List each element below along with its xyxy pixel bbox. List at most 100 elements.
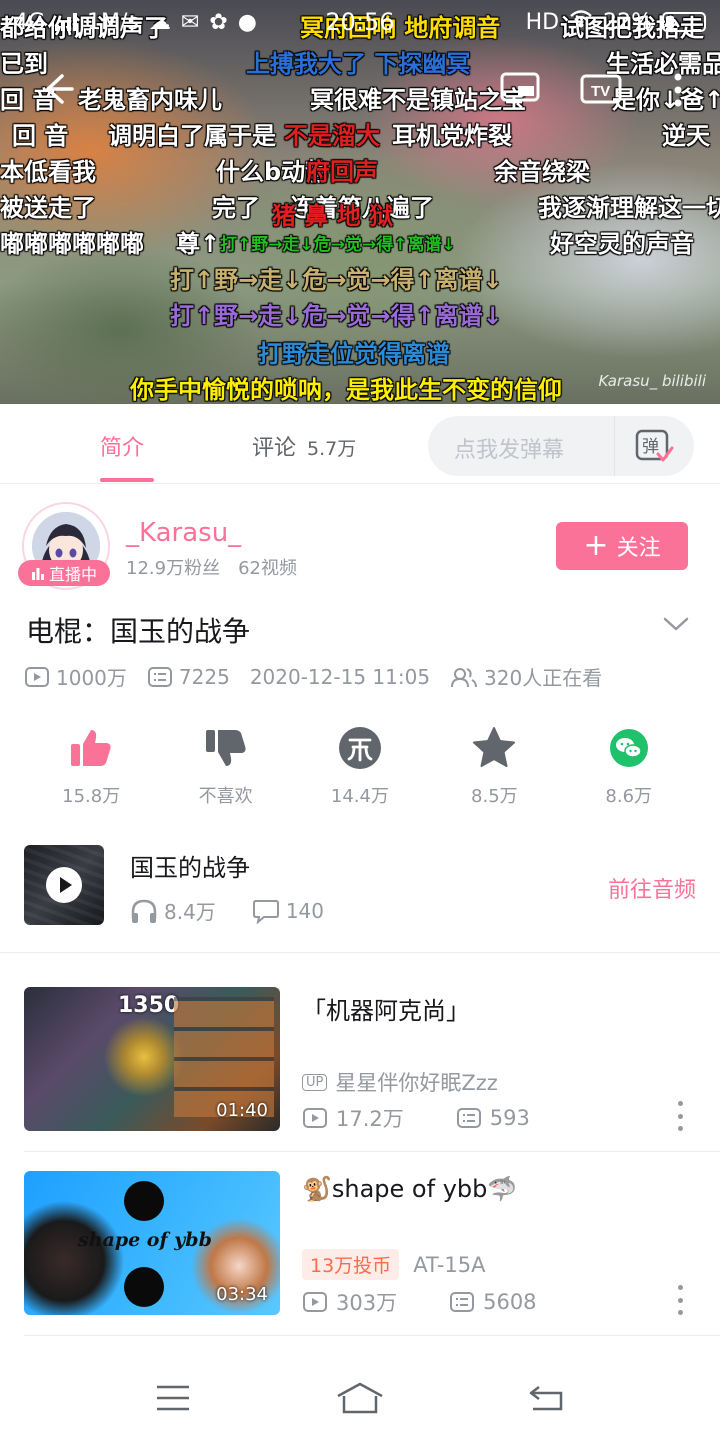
section-divider: [24, 1151, 720, 1152]
coin-count: 14.4万: [330, 786, 389, 807]
danmaku-comment: 我逐渐理解这一切: [538, 194, 720, 222]
share-button[interactable]: 8.6万: [574, 724, 684, 808]
danmaku-comment: 逆天: [662, 122, 710, 150]
danmaku-comment: 余音绕梁: [494, 158, 590, 186]
wifi-icon: [569, 9, 593, 35]
rec-thumb-text: shape of ybb: [78, 1229, 212, 1251]
danmaku-comment: 尊↑: [176, 230, 221, 258]
cloud-icon: ☁: [148, 9, 171, 35]
up-tag: UP: [302, 1073, 328, 1091]
play-icon: [46, 867, 82, 903]
menu-icon[interactable]: [143, 1373, 203, 1423]
thumb-up-icon: [67, 724, 115, 772]
like-count: 15.8万: [62, 786, 121, 807]
danmaku-comment: 打↑野→走↓危→觉→得↑离谱↓: [170, 266, 503, 294]
watching-count-value: 320人正在看: [484, 666, 603, 690]
more-options-icon[interactable]: [670, 1101, 690, 1131]
rec-uploader-name: AT-15A: [413, 1252, 486, 1277]
share-count: 8.6万: [605, 786, 653, 807]
rec-thumb-dot-bottom: [124, 1267, 164, 1307]
rec-danmaku: 593: [489, 1106, 530, 1130]
audio-plays: 8.4万: [164, 900, 216, 924]
rec-stats: 17.2万 593: [302, 1103, 530, 1133]
bilibili-watermark: Karasu_ bilibili: [598, 372, 707, 390]
comment-icon: [252, 899, 279, 924]
view-count: 1000万: [24, 662, 127, 691]
video-player[interactable]: 4G 1M/s ☁ ✉ ✿ ● 20:56 HD 22% 都给你调调声了 冥府回响…: [0, 0, 720, 404]
danmaku-comment: 调明白了属于是: [108, 122, 276, 150]
home-icon[interactable]: [330, 1373, 390, 1423]
uploader-video-count: 62视频: [238, 558, 297, 579]
rec-uploader: 13万投币 AT-15A: [302, 1249, 486, 1280]
tab-indicator: [100, 478, 154, 482]
hd-indicator: HD: [525, 9, 560, 35]
more-vertical-icon[interactable]: [672, 72, 684, 112]
rec-thumb-decor: [174, 997, 274, 1117]
tv-cast-icon[interactable]: TV: [580, 72, 622, 112]
chevron-down-icon[interactable]: [662, 614, 690, 638]
rec-title: 🐒shape of ybb🦈: [302, 1175, 518, 1203]
follow-button[interactable]: + 关注: [556, 522, 688, 570]
danmaku-comment: 你手中愉悦的唢呐，是我此生不变的信仰: [130, 376, 562, 404]
audio-title[interactable]: 国玉的战争: [130, 848, 250, 883]
audio-thumbnail[interactable]: [24, 845, 104, 925]
danmaku-input[interactable]: 点我发弹幕 弹: [428, 416, 694, 476]
rec-views: 17.2万: [336, 1107, 404, 1131]
back-icon[interactable]: [517, 1373, 577, 1423]
danmaku-comment: 是你↓爸↑: [612, 86, 720, 114]
coin-icon: [336, 724, 384, 772]
rec-duration: 03:34: [216, 1284, 268, 1305]
danmaku-comment: 猪 鼻 地 狱: [272, 202, 394, 230]
danmaku-input-placeholder: 点我发弹幕: [454, 438, 565, 463]
battery-icon: [662, 12, 706, 32]
danmaku-comment: 老鬼畜内味儿: [78, 86, 222, 114]
danmaku-comment: 府回声: [306, 158, 378, 186]
danmaku-comment: 打↑野→走↓危→觉→得↑离谱↓: [170, 302, 503, 330]
danmaku-comment: 冥很难不是镇站之宝: [310, 86, 526, 114]
rec-duration: 01:40: [216, 1100, 268, 1121]
danmaku-comment: 上搏我大了 下探幽冥: [246, 50, 471, 78]
coin-tag: 13万投币: [302, 1249, 400, 1280]
tab-intro[interactable]: 简介: [100, 430, 144, 462]
favorite-count: 8.5万: [471, 786, 518, 807]
rec-title: 「机器阿克尚」: [302, 997, 470, 1025]
network-speed: 1M/s: [87, 9, 139, 35]
favorite-button[interactable]: 8.5万: [439, 724, 549, 808]
danmaku-comment: 好空灵的声音: [550, 230, 694, 258]
mail-icon: ✉: [180, 9, 200, 35]
video-meta: 1000万 7225 2020-12-15 11:05 320人正在看: [24, 662, 622, 691]
uploader-name[interactable]: _Karasu_: [126, 518, 241, 548]
section-divider: [24, 1335, 720, 1336]
uploader-stats: 12.9万粉丝 62视频: [126, 554, 297, 580]
coin-button[interactable]: 14.4万: [305, 724, 415, 808]
rec-thumb-dot-top: [124, 1181, 164, 1221]
audio-comments: 140: [285, 898, 324, 923]
danmaku-comment: 嘟嘟嘟嘟嘟嘟: [0, 230, 144, 258]
danmaku-comment: 被送走了: [0, 194, 96, 222]
like-button[interactable]: 15.8万: [36, 724, 146, 808]
back-arrow-icon[interactable]: [40, 72, 74, 110]
svg-text:TV: TV: [591, 83, 610, 100]
dislike-button[interactable]: 不喜欢: [171, 724, 281, 808]
tab-comments-label: 评论: [252, 436, 297, 461]
play-count-icon: [303, 1108, 327, 1128]
live-badge[interactable]: 直播中: [18, 560, 110, 586]
pip-icon[interactable]: [500, 72, 540, 110]
rec-thumbnail[interactable]: 1350 01:40: [24, 987, 280, 1131]
tab-comments[interactable]: 评论 5.7万: [252, 430, 356, 462]
danmaku-toggle-icon[interactable]: 弹: [634, 426, 674, 466]
danmaku-comment: 不是溜大: [284, 122, 380, 150]
more-options-icon[interactable]: [670, 1285, 690, 1315]
status-bar: 4G 1M/s ☁ ✉ ✿ ● 20:56 HD 22%: [0, 0, 720, 44]
danmaku-count: 7225: [147, 665, 230, 689]
system-nav-bar: [0, 1356, 720, 1440]
recommended-video-2[interactable]: shape of ybb 03:34 🐒shape of ybb🦈 13万投币 …: [0, 1171, 720, 1317]
star-icon: [470, 724, 518, 772]
danmaku-count-icon: [147, 666, 172, 687]
recommended-video-1[interactable]: 1350 01:40 「机器阿克尚」 UP 星星伴你好眠Zzz 17.2万 59…: [0, 987, 720, 1133]
follow-label: 关注: [616, 536, 661, 561]
battery-percent: 22%: [603, 9, 652, 35]
goto-audio-link[interactable]: 前往音频: [608, 872, 696, 904]
rec-thumbnail[interactable]: shape of ybb 03:34: [24, 1171, 280, 1315]
chat-icon: ●: [237, 9, 257, 35]
